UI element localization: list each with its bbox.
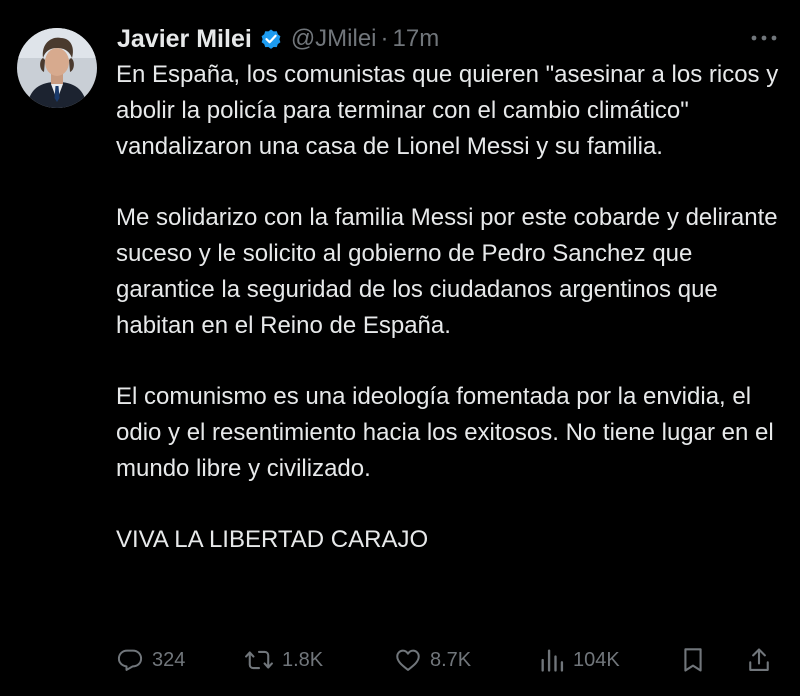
comment-icon [116, 646, 144, 674]
tweet-card: Javier Milei @JMilei · 17m En España, lo… [0, 0, 800, 696]
like-button[interactable]: 8.7K [394, 643, 471, 677]
bookmark-button[interactable] [680, 643, 706, 677]
avatar[interactable] [17, 28, 97, 108]
retweet-icon [244, 646, 274, 674]
tweet-text: En España, los comunistas que quieren "a… [116, 57, 786, 558]
tweet-paragraph: VIVA LA LIBERTAD CARAJO [116, 526, 429, 554]
display-name[interactable]: Javier Milei [117, 25, 252, 54]
tweet-paragraph: En España, los comunistas que quieren "a… [116, 61, 779, 160]
retweet-button[interactable]: 1.8K [244, 643, 323, 677]
action-bar: 324 1.8K 8.7K 104K [116, 643, 780, 677]
tweet-paragraph: El comunismo es una ideología fomentada … [116, 383, 774, 482]
reply-button[interactable]: 324 [116, 643, 185, 677]
reply-count: 324 [152, 648, 186, 671]
more-horizontal-icon[interactable] [750, 26, 778, 50]
verified-badge-icon [259, 27, 283, 51]
bar-chart-icon [539, 646, 565, 674]
tweet-header: Javier Milei @JMilei · 17m [117, 22, 439, 56]
handle[interactable]: @JMilei [291, 25, 377, 53]
share-icon [746, 646, 772, 674]
timestamp[interactable]: 17m [393, 25, 440, 53]
tweet-paragraph: Me solidarizo con la familia Messi por e… [116, 204, 778, 339]
like-count: 8.7K [430, 648, 472, 671]
views-count: 104K [573, 648, 620, 671]
retweet-count: 1.8K [282, 648, 324, 671]
views-button[interactable]: 104K [539, 643, 620, 677]
bookmark-icon [680, 646, 706, 674]
separator-dot: · [380, 25, 389, 52]
share-button[interactable] [746, 643, 772, 677]
heart-icon [394, 646, 422, 674]
